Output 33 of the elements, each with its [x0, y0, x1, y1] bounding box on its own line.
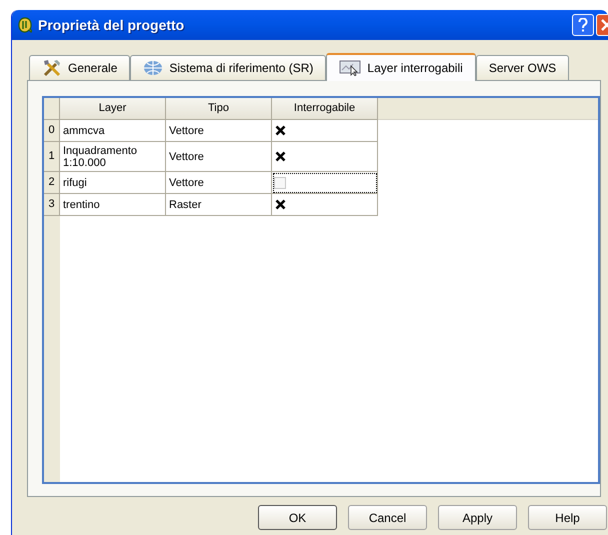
dialog-button[interactable]: Apply: [438, 505, 517, 530]
tab[interactable]: Layer interrogabili: [326, 53, 476, 81]
tools-icon: [42, 58, 62, 78]
table-cell: trentino: [60, 194, 166, 216]
tab[interactable]: Sistema di riferimento (SR): [130, 55, 326, 80]
row-header[interactable]: 1: [44, 142, 60, 172]
table-cell: rifugi: [60, 172, 166, 194]
window-title: Proprietà del progetto: [38, 16, 184, 35]
globe-icon: [143, 59, 164, 77]
checkbox[interactable]: [274, 150, 286, 162]
checkbox[interactable]: [274, 198, 286, 210]
table-cell: Vettore: [166, 120, 272, 142]
tab[interactable]: Generale: [29, 55, 130, 80]
dialog-button[interactable]: Cancel: [348, 505, 427, 530]
question-icon: [578, 18, 588, 32]
app-logo-icon: [18, 17, 32, 33]
dialog-button[interactable]: OK: [258, 505, 337, 530]
row-header[interactable]: 2: [44, 172, 60, 194]
table-cell: Inquadramento 1:10.000: [60, 142, 166, 172]
column-header[interactable]: Layer: [60, 98, 166, 120]
column-header[interactable]: Tipo: [166, 98, 272, 120]
row-header[interactable]: 0: [44, 120, 60, 142]
help-button[interactable]: [572, 14, 594, 36]
checkbox[interactable]: [274, 124, 286, 136]
table-cell: Vettore: [166, 142, 272, 172]
column-header[interactable]: Interrogabile: [272, 98, 378, 120]
table-cell: Raster: [166, 194, 272, 216]
table-cell: ammcva: [60, 120, 166, 142]
dialog-button[interactable]: Help: [528, 505, 607, 530]
map-cursor-icon: [339, 60, 362, 76]
row-header[interactable]: 3: [44, 194, 60, 216]
table-cell: Vettore: [166, 172, 272, 194]
tab[interactable]: Server OWS: [476, 55, 570, 80]
